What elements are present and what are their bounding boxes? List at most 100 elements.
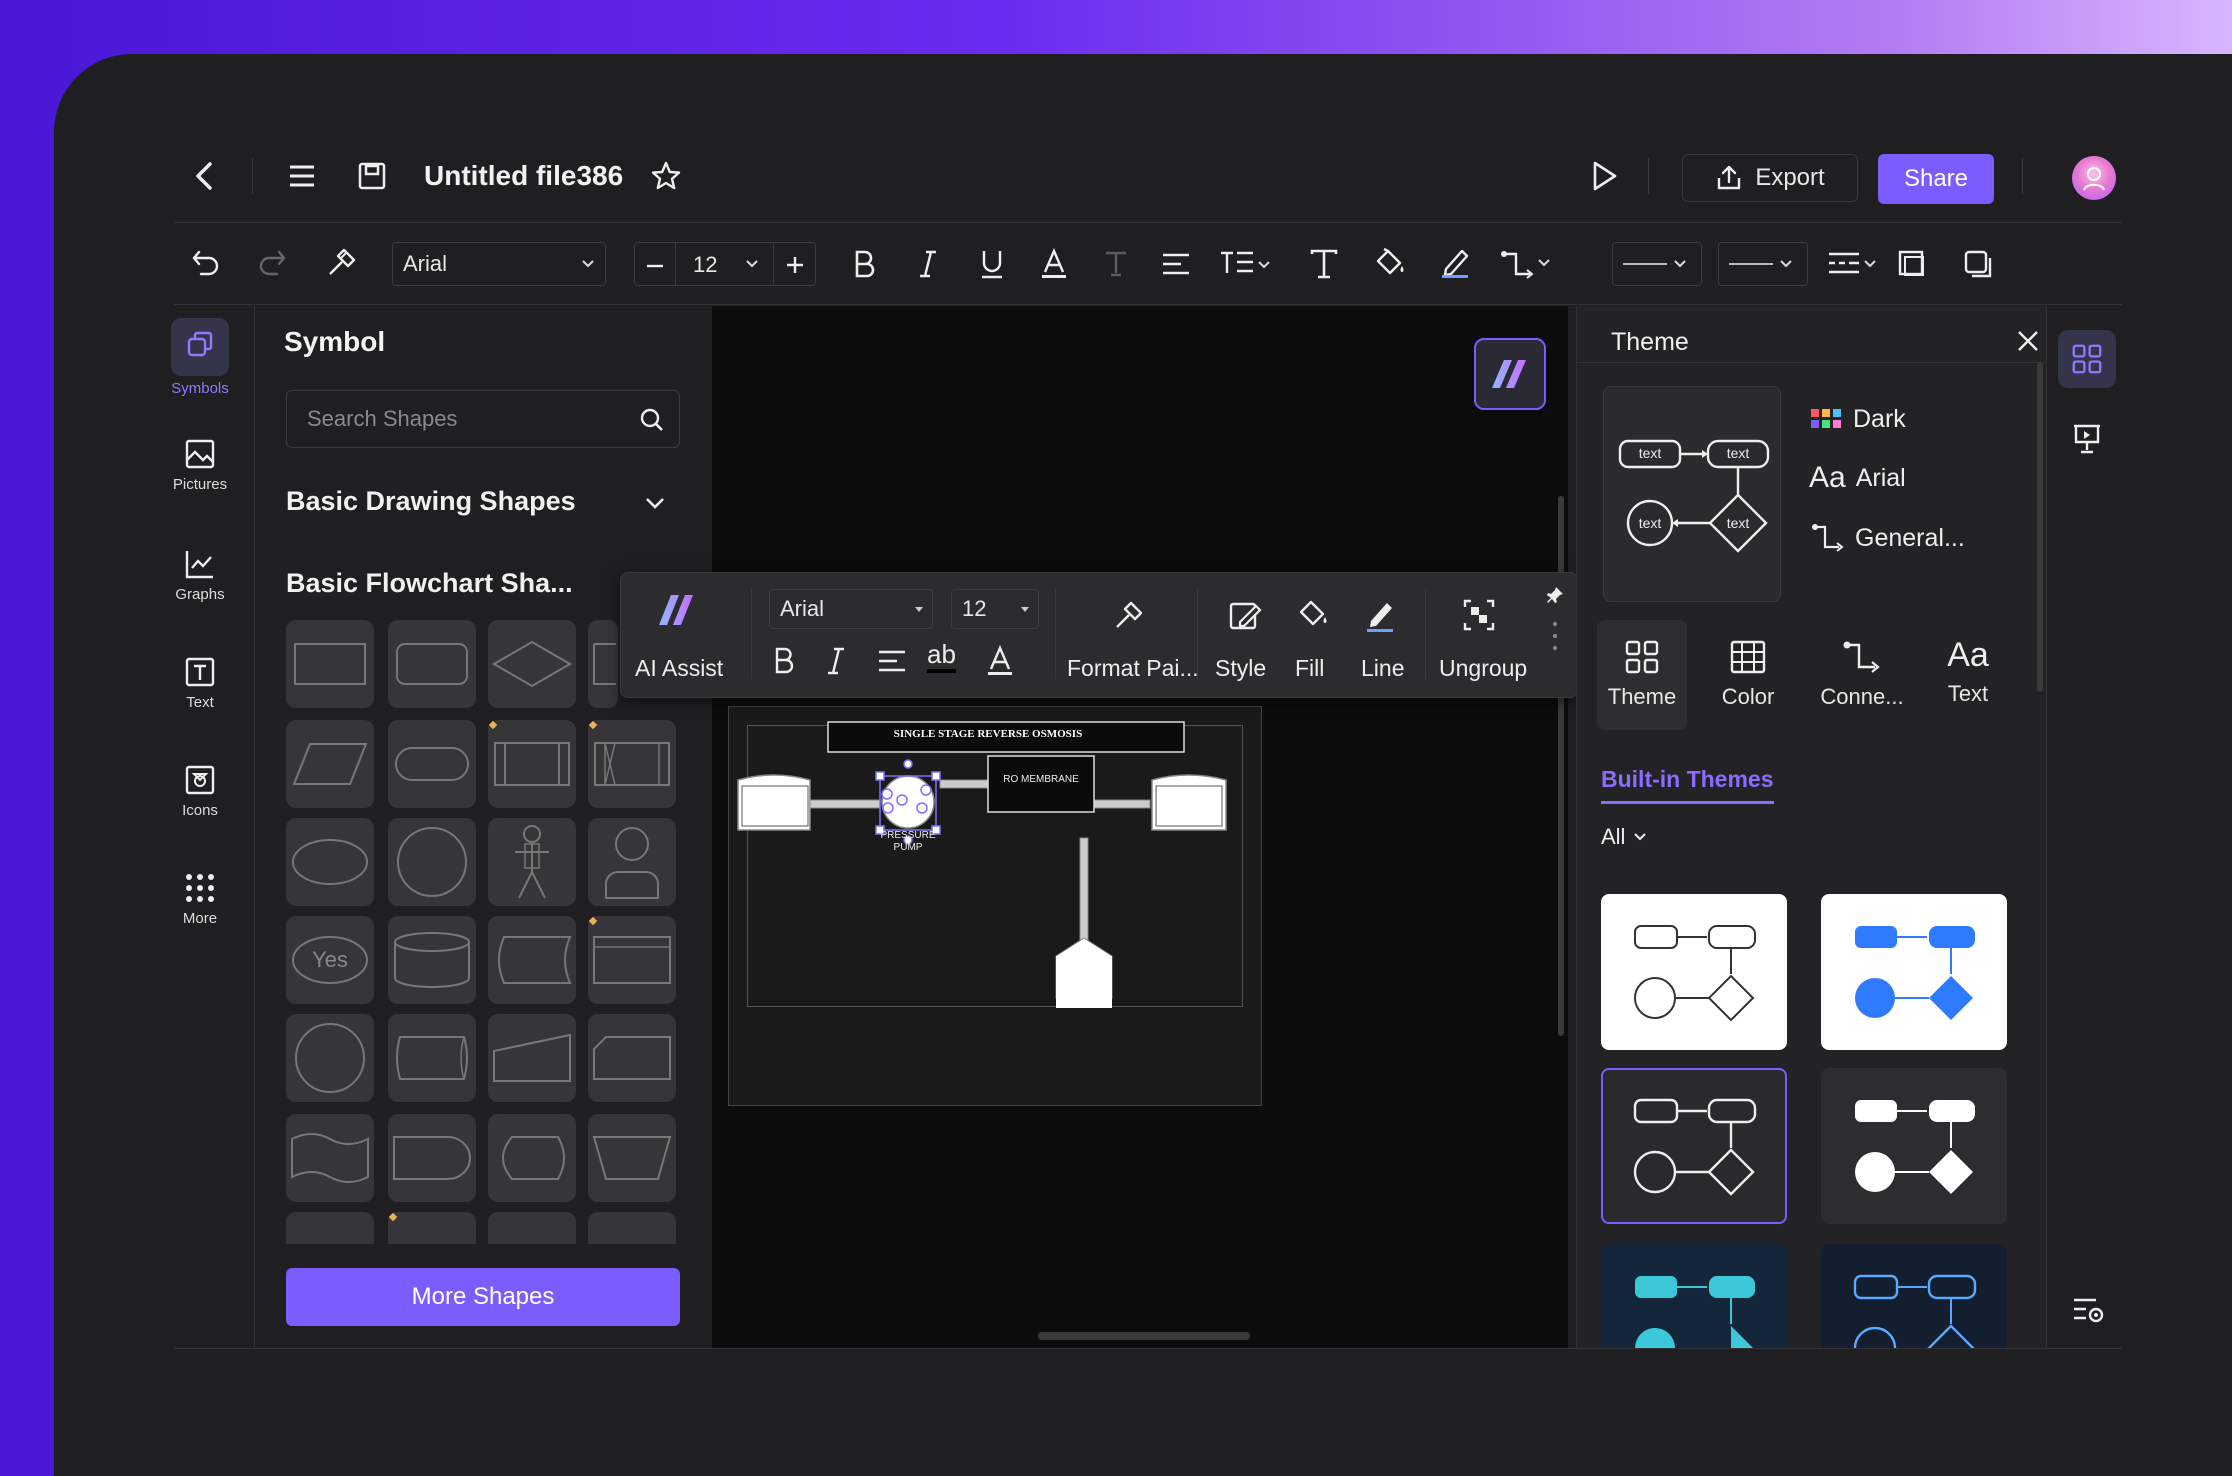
format-painter-icon[interactable] xyxy=(324,244,360,280)
tab-theme[interactable]: Theme xyxy=(1597,620,1687,730)
nav-item-symbols[interactable]: Symbols xyxy=(160,318,240,397)
tab-text[interactable]: Aa Text xyxy=(1923,620,2013,730)
float-align-icon[interactable] xyxy=(875,643,909,679)
play-icon[interactable] xyxy=(1586,158,1622,194)
save-icon[interactable] xyxy=(354,158,390,194)
theme-rail-button[interactable] xyxy=(2058,330,2116,388)
line-style-select[interactable] xyxy=(1612,242,1702,286)
font-size-stepper[interactable]: 12 xyxy=(634,242,816,286)
theme-card-light-blue[interactable] xyxy=(1821,894,2007,1050)
ai-float-button[interactable] xyxy=(1474,338,1546,410)
fill-icon[interactable] xyxy=(1293,593,1333,633)
theme-filter-select[interactable]: All xyxy=(1601,824,1647,850)
theme-card-light-outline[interactable] xyxy=(1601,894,1787,1050)
shape-partial[interactable] xyxy=(388,1212,476,1244)
shape-manual-input[interactable] xyxy=(488,1014,576,1102)
shape-diamond[interactable] xyxy=(488,620,576,708)
shape-off-page[interactable] xyxy=(588,1014,676,1102)
built-in-themes-tab[interactable]: Built-in Themes xyxy=(1601,766,1774,804)
shape-partial[interactable] xyxy=(488,1212,576,1244)
theme-card-dark-outline-selected[interactable] xyxy=(1601,1068,1787,1224)
text-tool-icon[interactable] xyxy=(1304,244,1344,284)
redo-icon[interactable] xyxy=(254,244,290,280)
font-family-select[interactable]: Arial xyxy=(392,242,606,286)
ungroup-icon[interactable] xyxy=(1459,595,1499,635)
float-highlight-button[interactable]: ab xyxy=(927,639,956,673)
bold-icon[interactable] xyxy=(846,244,882,284)
style-button[interactable]: Style xyxy=(1215,655,1266,682)
tab-connector[interactable]: Conne... xyxy=(1807,620,1917,730)
theme-prop-font[interactable]: Aa Arial xyxy=(1809,458,1906,498)
shape-database[interactable] xyxy=(388,916,476,1004)
share-button[interactable]: Share xyxy=(1878,154,1994,204)
nav-item-pictures[interactable]: Pictures xyxy=(160,438,240,493)
diagram-title[interactable]: SINGLE STAGE REVERSE OSMOSIS xyxy=(878,728,1098,740)
more-vertical-icon[interactable] xyxy=(1553,621,1557,651)
clear-format-icon[interactable] xyxy=(1098,244,1134,284)
style-icon[interactable] xyxy=(1225,595,1265,635)
settings-list-icon[interactable] xyxy=(2070,1294,2106,1328)
align-icon[interactable] xyxy=(1158,244,1194,284)
theme-card-navy[interactable] xyxy=(1821,1244,2007,1348)
export-button[interactable]: Export xyxy=(1682,154,1858,202)
shape-internal-storage[interactable] xyxy=(588,720,676,808)
theme-panel-scrollbar[interactable] xyxy=(2037,362,2043,692)
theme-card-teal[interactable] xyxy=(1601,1244,1787,1348)
shape-direct-access[interactable] xyxy=(388,1014,476,1102)
ai-assist-icon[interactable] xyxy=(657,593,697,627)
nav-item-icons[interactable]: Icons xyxy=(160,764,240,819)
send-back-icon[interactable] xyxy=(1958,244,1998,284)
search-input[interactable]: Search Shapes xyxy=(286,390,680,448)
float-format-painter-icon[interactable] xyxy=(1109,595,1149,635)
underline-icon[interactable] xyxy=(974,244,1010,284)
line-spacing-icon[interactable] xyxy=(1218,244,1274,284)
more-shapes-button[interactable]: More Shapes xyxy=(286,1268,680,1326)
fill-bucket-icon[interactable] xyxy=(1370,242,1410,282)
pump-label[interactable]: PUMP xyxy=(878,842,938,853)
shape-rectangle[interactable] xyxy=(286,620,374,708)
shape-ellipse[interactable] xyxy=(286,818,374,906)
shape-manual-operation[interactable] xyxy=(588,1114,676,1202)
shape-connector-circle[interactable] xyxy=(286,1014,374,1102)
font-color-icon[interactable] xyxy=(1036,244,1072,284)
shape-terminator[interactable] xyxy=(388,720,476,808)
italic-icon[interactable] xyxy=(910,244,946,284)
shape-delay[interactable] xyxy=(388,1114,476,1202)
nav-item-graphs[interactable]: Graphs xyxy=(160,548,240,603)
chevron-down-icon[interactable] xyxy=(644,496,666,510)
shape-actor[interactable] xyxy=(488,818,576,906)
shape-decision-yes[interactable]: Yes xyxy=(286,916,374,1004)
shape-user[interactable] xyxy=(588,818,676,906)
close-icon[interactable] xyxy=(2013,326,2043,356)
line-button[interactable]: Line xyxy=(1361,655,1404,682)
shape-predefined-process[interactable] xyxy=(488,720,576,808)
shape-partial[interactable] xyxy=(286,1212,374,1244)
tab-color[interactable]: Color xyxy=(1703,620,1793,730)
membrane-label[interactable]: RO MEMBRANE xyxy=(988,774,1094,785)
theme-prop-connector[interactable]: General... xyxy=(1811,518,1965,558)
shape-display[interactable] xyxy=(488,1114,576,1202)
float-bold-icon[interactable] xyxy=(769,641,799,681)
float-font-size-select[interactable]: 12 xyxy=(951,589,1039,629)
line-weight-select[interactable] xyxy=(1718,242,1808,286)
font-size-value[interactable]: 12 xyxy=(693,252,717,278)
shape-partial[interactable] xyxy=(588,1212,676,1244)
ro-diagram[interactable] xyxy=(732,708,1252,1028)
bring-front-icon[interactable] xyxy=(1892,244,1932,284)
fill-button[interactable]: Fill xyxy=(1295,655,1324,682)
back-icon[interactable] xyxy=(184,156,224,196)
line-icon[interactable] xyxy=(1361,593,1401,637)
pump-label[interactable]: PRESSURE xyxy=(878,830,938,841)
float-italic-icon[interactable] xyxy=(821,641,851,681)
format-painter-button[interactable]: Format Pai... xyxy=(1067,655,1199,682)
connector-style-icon[interactable] xyxy=(1498,244,1554,284)
theme-card-dark-filled[interactable] xyxy=(1821,1068,2007,1224)
float-font-select[interactable]: Arial xyxy=(769,589,933,629)
line-color-icon[interactable] xyxy=(1436,242,1476,282)
horizontal-scrollbar[interactable] xyxy=(1038,1332,1250,1340)
shape-stored-data[interactable] xyxy=(488,916,576,1004)
pin-icon[interactable] xyxy=(1543,583,1567,607)
shape-parallelogram[interactable] xyxy=(286,720,374,808)
shape-document[interactable] xyxy=(588,620,618,708)
shape-wave[interactable] xyxy=(286,1114,374,1202)
